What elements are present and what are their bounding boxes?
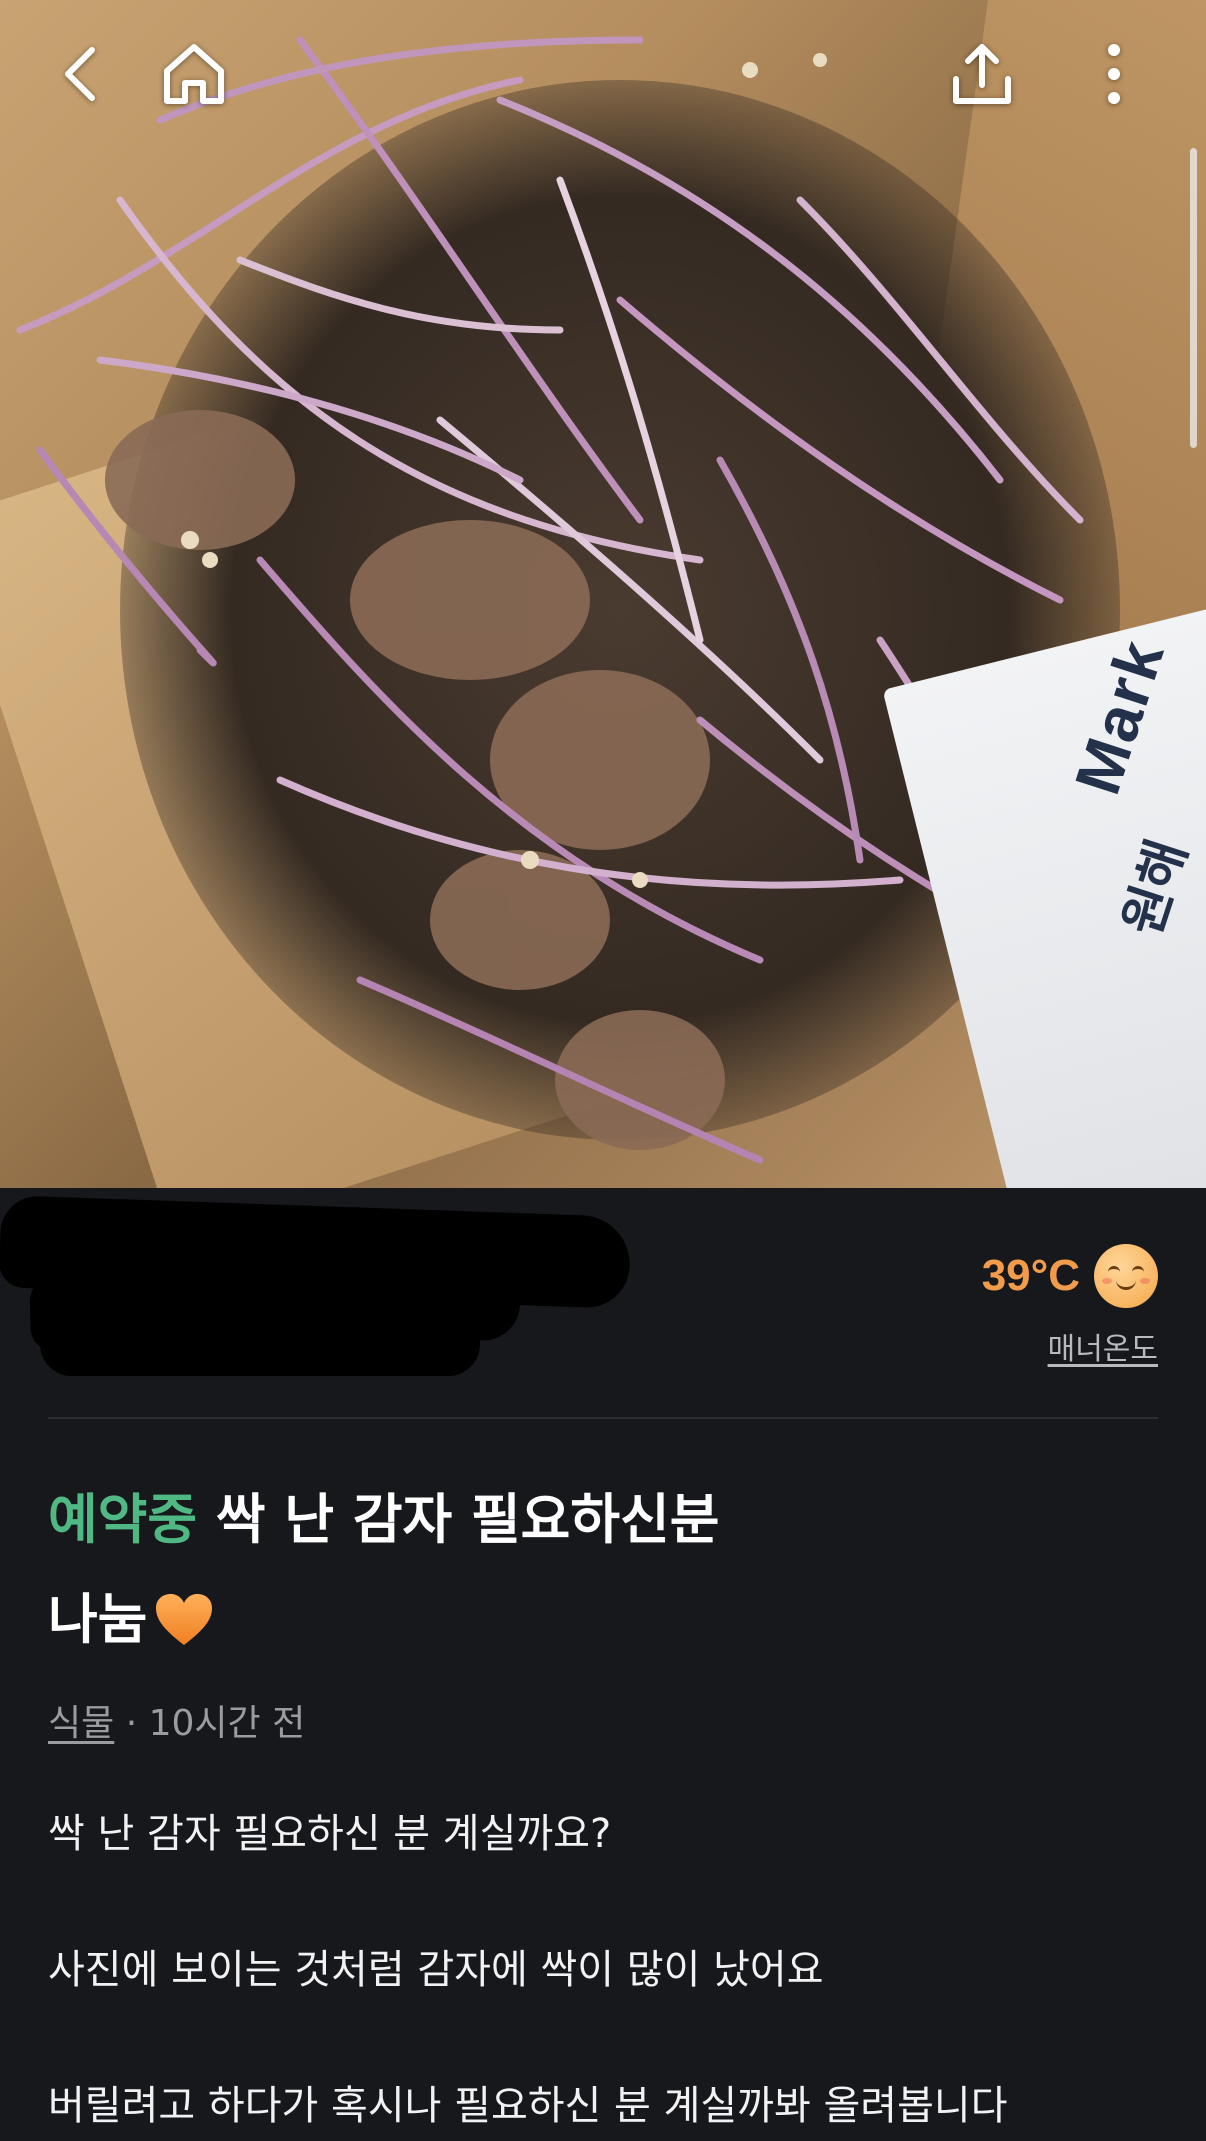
post-title: 예약중 싹 난 감자 필요하신분 bbox=[48, 1488, 719, 1553]
post-meta: 식물 · 10시간 전 bbox=[48, 1694, 305, 1746]
post-body-line: 사진에 보이는 것처럼 감자에 싹이 많이 났어요 bbox=[48, 1947, 824, 1993]
home-button[interactable] bbox=[146, 26, 242, 122]
smiling-face-icon bbox=[1094, 1244, 1158, 1308]
share-upload-icon bbox=[953, 44, 1011, 104]
more-vertical-icon bbox=[1108, 44, 1120, 104]
manner-temperature-value: 39°C bbox=[981, 1251, 1080, 1300]
seller-section[interactable]: 39°C 매너온도 bbox=[0, 1188, 1206, 1418]
post-title-text: 싹 난 감자 필요하신분 bbox=[215, 1488, 720, 1551]
product-photo[interactable]: Mark 원해 bbox=[0, 0, 1206, 1188]
redacted-seller-info bbox=[40, 1306, 480, 1376]
post-body-line: 버릴려고 하다가 혹시나 필요하신 분 계실까봐 올려봅니다 bbox=[48, 2083, 1008, 2129]
status-badge: 예약중 bbox=[48, 1488, 198, 1551]
manner-temperature[interactable]: 39°C bbox=[982, 1244, 1158, 1308]
time-ago: 10시간 전 bbox=[148, 1703, 306, 1744]
post-title-line2: 나눔 bbox=[48, 1588, 215, 1653]
back-button[interactable] bbox=[32, 26, 128, 122]
post-body-line: 싹 난 감자 필요하신 분 계실까요? bbox=[48, 1811, 612, 1857]
orange-heart-icon bbox=[156, 1594, 213, 1646]
top-navigation-bar bbox=[0, 0, 1206, 160]
share-button[interactable] bbox=[934, 26, 1030, 122]
divider bbox=[48, 1417, 1158, 1419]
post-title-text-2: 나눔 bbox=[48, 1588, 148, 1651]
home-icon bbox=[164, 44, 224, 104]
scroll-indicator[interactable] bbox=[1190, 148, 1197, 448]
more-options-button[interactable] bbox=[1066, 26, 1162, 122]
chevron-left-icon bbox=[65, 47, 95, 101]
post-content: 39°C 매너온도 예약중 싹 난 감자 필요하신분 나눔 식물 · 10시간 bbox=[0, 1188, 1206, 2141]
meta-separator: · bbox=[114, 1703, 149, 1744]
manner-temperature-label[interactable]: 매너온도 bbox=[1048, 1324, 1158, 1368]
category-link[interactable]: 식물 bbox=[48, 1703, 114, 1744]
